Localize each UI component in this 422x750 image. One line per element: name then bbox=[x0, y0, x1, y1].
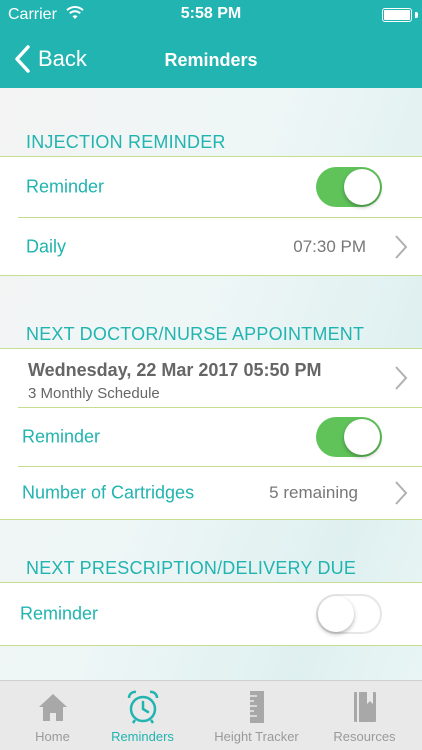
toggle-knob bbox=[344, 419, 380, 455]
tab-reminders[interactable]: Reminders bbox=[90, 681, 195, 750]
appointment-reminder-toggle[interactable] bbox=[316, 417, 382, 457]
ruler-icon bbox=[249, 691, 264, 723]
appointment-reminder-label: Reminder bbox=[22, 426, 101, 447]
status-bar: Carrier 5:58 PM bbox=[0, 0, 422, 30]
toggle-knob bbox=[318, 596, 354, 632]
injection-header-label: INJECTION REMINDER bbox=[26, 132, 226, 152]
reminders-content: INJECTION REMINDER Reminder Daily 07:30 … bbox=[0, 88, 422, 680]
appointment-schedule: 3 Monthly Schedule bbox=[28, 385, 160, 402]
injection-reminder-row: Reminder bbox=[0, 157, 422, 217]
prescription-reminder-row: Reminder bbox=[0, 583, 422, 645]
injection-time-row[interactable]: Daily 07:30 PM bbox=[0, 218, 422, 275]
cartridges-label: Number of Cartridges bbox=[22, 482, 195, 503]
prescription-reminder-toggle[interactable] bbox=[316, 594, 382, 634]
tab-reminders-label: Reminders bbox=[111, 729, 174, 744]
appointment-group: Wednesday, 22 Mar 2017 05:50 PM 3 Monthl… bbox=[0, 348, 422, 520]
tab-resources-label: Resources bbox=[333, 729, 396, 744]
book-icon bbox=[353, 692, 376, 722]
chevron-right-icon bbox=[395, 234, 408, 259]
injection-group: Reminder Daily 07:30 PM bbox=[0, 156, 422, 276]
prescription-group: Reminder bbox=[0, 582, 422, 646]
battery-tip bbox=[415, 12, 418, 18]
chevron-right-icon bbox=[395, 481, 408, 505]
cartridges-row[interactable]: Number of Cartridges 5 remaining bbox=[0, 467, 422, 519]
appointment-date: Wednesday, 22 Mar 2017 05:50 PM bbox=[28, 360, 322, 380]
appointment-reminder-row: Reminder bbox=[0, 408, 422, 466]
navigation-bar: Back Reminders bbox=[0, 30, 422, 88]
chevron-right-icon bbox=[395, 366, 408, 390]
injection-reminder-toggle[interactable] bbox=[316, 167, 382, 207]
page-title: Reminders bbox=[164, 50, 258, 70]
alarm-clock-icon bbox=[127, 690, 158, 724]
home-icon bbox=[38, 694, 67, 721]
cartridges-value: 5 remaining bbox=[269, 483, 358, 502]
injection-frequency-label: Daily bbox=[26, 236, 67, 256]
tab-resources[interactable]: Resources bbox=[312, 681, 417, 750]
tab-bar: Home Reminders Height Tracker Resources bbox=[0, 680, 422, 750]
battery-icon bbox=[382, 8, 412, 22]
injection-time-value: 07:30 PM bbox=[293, 236, 366, 256]
prescription-reminder-label: Reminder bbox=[20, 603, 99, 624]
tab-height-tracker[interactable]: Height Tracker bbox=[204, 681, 309, 750]
status-time: 5:58 PM bbox=[180, 5, 242, 22]
prescription-header-label: NEXT PRESCRIPTION/DELIVERY DUE bbox=[26, 558, 357, 578]
appointment-date-row[interactable]: Wednesday, 22 Mar 2017 05:50 PM 3 Monthl… bbox=[0, 349, 422, 407]
appointment-header-label: NEXT DOCTOR/NURSE APPOINTMENT bbox=[26, 324, 365, 344]
injection-reminder-label: Reminder bbox=[26, 176, 105, 197]
tab-height-tracker-label: Height Tracker bbox=[214, 729, 299, 744]
toggle-knob bbox=[344, 169, 380, 205]
